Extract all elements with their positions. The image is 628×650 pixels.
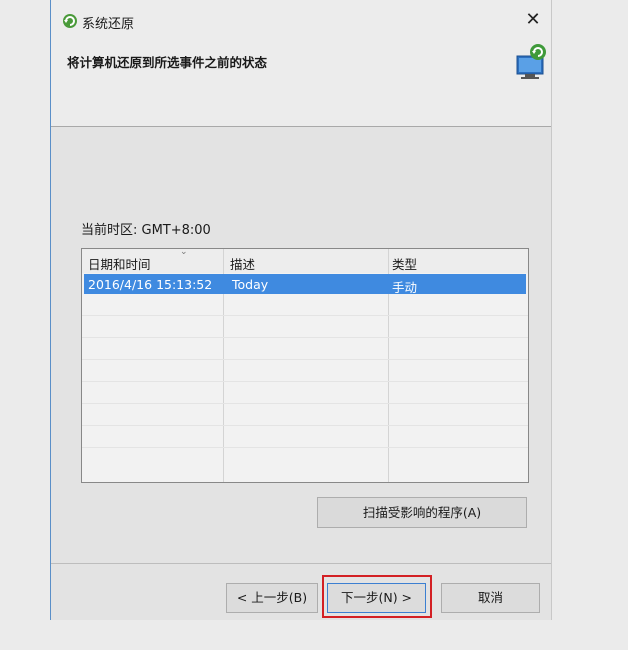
cancel-button[interactable]: 取消 — [441, 583, 540, 613]
page-heading: 将计算机还原到所选事件之前的状态 — [67, 55, 268, 70]
scan-affected-programs-button[interactable]: 扫描受影响的程序(A) — [317, 497, 527, 528]
grid-line — [82, 315, 528, 316]
grid-line — [82, 359, 528, 360]
table-row-selected[interactable]: 2016/4/16 15:13:52 Today 手动 — [84, 274, 526, 295]
next-button-highlight — [322, 575, 432, 618]
footer-divider — [51, 563, 551, 564]
system-restore-dialog: 系统还原 ✕ 将计算机还原到所选事件之前的状态 当前时区: GMT+8:00 日… — [50, 0, 552, 620]
close-button[interactable]: ✕ — [521, 8, 545, 32]
column-header-type[interactable]: 类型 — [392, 254, 417, 273]
grid-line — [82, 337, 528, 338]
sort-chevron-icon: ⌄ — [180, 247, 188, 257]
grid-line — [82, 447, 528, 448]
list-header: 日期和时间 ⌄ 描述 类型 — [82, 247, 528, 273]
restore-computer-icon — [516, 44, 546, 79]
row-date-time: 2016/4/16 15:13:52 — [88, 277, 213, 292]
grid-line — [82, 403, 528, 404]
window-title: 系统还原 — [82, 17, 135, 32]
timezone-label: 当前时区: GMT+8:00 — [81, 223, 211, 238]
dialog-header: 系统还原 ✕ 将计算机还原到所选事件之前的状态 — [51, 0, 551, 127]
row-description: Today — [232, 277, 269, 292]
system-restore-icon — [63, 14, 77, 28]
grid-line — [82, 381, 528, 382]
back-button[interactable]: < 上一步(B) — [226, 583, 318, 613]
restore-point-list[interactable]: 日期和时间 ⌄ 描述 类型 2016/4/16 15:13:52 Today 手… — [81, 247, 529, 483]
column-header-date-time[interactable]: 日期和时间 — [88, 254, 151, 273]
row-type: 手动 — [392, 280, 418, 295]
grid-line — [82, 425, 528, 426]
column-header-description[interactable]: 描述 — [230, 254, 255, 273]
